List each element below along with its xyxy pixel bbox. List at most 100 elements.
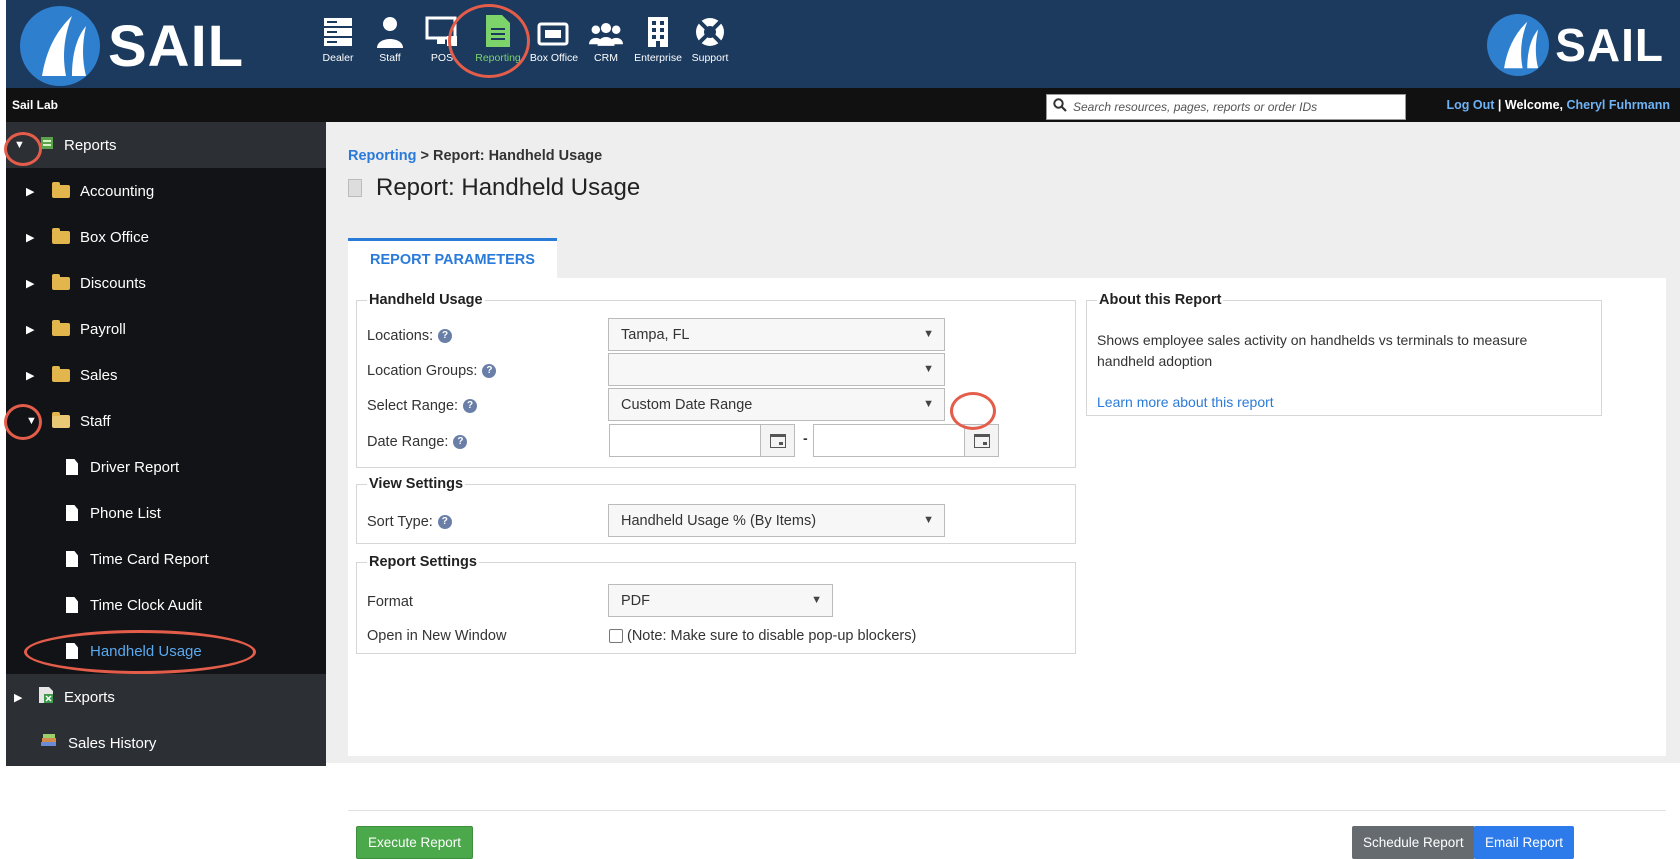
brand-wordmark: SAIL xyxy=(1555,19,1664,71)
report-book-icon xyxy=(40,136,54,154)
global-search[interactable] xyxy=(1046,94,1406,120)
breadcrumb-current: > Report: Handheld Usage xyxy=(416,148,603,164)
caret-right-icon[interactable]: ▶ xyxy=(26,369,40,382)
sort-type-select[interactable]: Handheld Usage % (By Items) ▼ xyxy=(608,504,945,537)
calendar-icon xyxy=(769,433,786,448)
module-dealer[interactable]: Dealer xyxy=(312,12,364,64)
breadcrumb-reporting-link[interactable]: Reporting xyxy=(348,148,416,164)
sidebar-item-driver-report[interactable]: Driver Report xyxy=(6,444,326,490)
sidebar-item-phone-list[interactable]: Phone List xyxy=(6,490,326,536)
logout-link[interactable]: Log Out xyxy=(1447,98,1495,112)
section-legend: About this Report xyxy=(1099,292,1222,308)
divider xyxy=(348,810,1666,811)
chevron-down-icon: ▼ xyxy=(923,398,934,410)
sidebar-item-sales[interactable]: ▶ Sales xyxy=(6,352,326,398)
open-folder-icon xyxy=(52,411,70,428)
search-input[interactable] xyxy=(1073,100,1393,114)
export-sheet-icon xyxy=(38,686,54,708)
tab-strip: REPORT PARAMETERS xyxy=(348,238,557,278)
sidebar-item-handheld-usage[interactable]: Handheld Usage xyxy=(6,628,326,674)
welcome-text: Welcome, xyxy=(1504,98,1567,112)
caret-right-icon[interactable]: ▶ xyxy=(26,231,40,244)
document-icon xyxy=(66,551,78,567)
folder-icon xyxy=(52,365,70,382)
sidebar-item-staff[interactable]: ▼ Staff xyxy=(6,398,326,444)
user-name-link[interactable]: Cheryl Fuhrmann xyxy=(1567,98,1671,112)
location-groups-label: Location Groups: ? xyxy=(367,363,497,379)
user-area: Log Out | Welcome, Cheryl Fuhrmann xyxy=(1446,98,1671,112)
chevron-down-icon: ▼ xyxy=(923,514,934,526)
caret-down-icon[interactable]: ▼ xyxy=(26,415,40,427)
new-window-checkbox[interactable] xyxy=(609,629,623,643)
module-crm[interactable]: CRM xyxy=(580,12,632,64)
caret-down-icon[interactable]: ▼ xyxy=(14,139,28,151)
help-icon[interactable]: ? xyxy=(453,435,468,449)
learn-more-link[interactable]: Learn more about this report xyxy=(1097,394,1274,410)
section-legend: Handheld Usage xyxy=(369,292,483,308)
stacked-books-icon xyxy=(40,734,58,752)
module-enterprise[interactable]: Enterprise xyxy=(632,12,684,64)
folder-icon xyxy=(52,319,70,336)
date-start-calendar-button[interactable] xyxy=(760,425,794,456)
calendar-icon xyxy=(973,433,990,448)
sort-type-label: Sort Type: ? xyxy=(367,514,452,530)
report-parameters-panel: Handheld Usage Locations: ? Tampa, FL ▼ … xyxy=(348,278,1666,859)
sail-logo-icon xyxy=(20,6,100,86)
module-nav: Dealer Staff POS Reporting Box Office CR… xyxy=(312,12,736,64)
module-box-office[interactable]: Box Office xyxy=(528,12,580,64)
monitor-icon xyxy=(425,12,459,48)
caret-right-icon[interactable]: ▶ xyxy=(14,691,28,704)
date-end-calendar-button[interactable] xyxy=(964,425,998,456)
sidebar-item-sales-history[interactable]: Sales History xyxy=(6,720,326,766)
folder-icon xyxy=(52,227,70,244)
document-icon xyxy=(66,459,78,475)
sidebar-item-accounting[interactable]: ▶ Accounting xyxy=(6,168,326,214)
environment-name: Sail Lab xyxy=(12,98,59,112)
format-select[interactable]: PDF ▼ xyxy=(608,584,833,617)
view-settings-section: View Settings Sort Type: ? Handheld Usag… xyxy=(356,476,1076,544)
execute-report-button[interactable]: Execute Report xyxy=(356,826,474,859)
help-icon[interactable]: ? xyxy=(438,329,453,343)
date-end-input[interactable] xyxy=(813,424,999,457)
help-icon[interactable]: ? xyxy=(482,364,497,378)
help-icon[interactable]: ? xyxy=(463,399,478,413)
caret-right-icon[interactable]: ▶ xyxy=(26,323,40,336)
select-range-select[interactable]: Custom Date Range ▼ xyxy=(608,388,945,421)
report-doc-icon xyxy=(481,12,515,48)
module-pos[interactable]: POS xyxy=(416,12,468,64)
sidebar-item-exports[interactable]: ▶ Exports xyxy=(6,674,326,720)
sidebar-item-time-card-report[interactable]: Time Card Report xyxy=(6,536,326,582)
sidebar-item-box-office[interactable]: ▶ Box Office xyxy=(6,214,326,260)
about-description: Shows employee sales activity on handhel… xyxy=(1097,332,1528,369)
location-groups-select[interactable]: ▼ xyxy=(608,353,945,386)
help-icon[interactable]: ? xyxy=(437,515,452,529)
sidebar-item-discounts[interactable]: ▶ Discounts xyxy=(6,260,326,306)
brand-wordmark: SAIL xyxy=(108,13,245,79)
module-support[interactable]: Support xyxy=(684,12,736,64)
document-icon xyxy=(66,643,78,659)
caret-right-icon[interactable]: ▶ xyxy=(26,185,40,198)
date-start-input[interactable] xyxy=(609,424,795,457)
sidebar-item-time-clock-audit[interactable]: Time Clock Audit xyxy=(6,582,326,628)
new-window-option: (Note: Make sure to disable pop-up block… xyxy=(609,628,916,644)
tab-report-parameters[interactable]: REPORT PARAMETERS xyxy=(348,238,557,278)
app-frame: SAIL Dealer Staff POS Reporting Box Offi… xyxy=(4,0,1680,859)
module-reporting[interactable]: Reporting xyxy=(468,12,528,64)
locations-select[interactable]: Tampa, FL ▼ xyxy=(608,318,945,351)
building-icon xyxy=(641,12,675,48)
page-title: Report: Handheld Usage xyxy=(348,174,640,202)
sidebar-item-reports[interactable]: ▼ Reports xyxy=(6,122,326,168)
caret-right-icon[interactable]: ▶ xyxy=(26,277,40,290)
module-staff[interactable]: Staff xyxy=(364,12,416,64)
document-icon xyxy=(66,505,78,521)
sidebar: ▼ Reports ▶ Accounting ▶ Box Office ▶ Di… xyxy=(6,122,326,766)
document-icon xyxy=(66,597,78,613)
date-range-label: Date Range: ? xyxy=(367,434,468,450)
sidebar-item-payroll[interactable]: ▶ Payroll xyxy=(6,306,326,352)
email-report-button[interactable]: Email Report xyxy=(1474,826,1575,859)
server-icon xyxy=(321,12,355,48)
handheld-usage-section: Handheld Usage Locations: ? Tampa, FL ▼ … xyxy=(356,292,1076,468)
schedule-report-button[interactable]: Schedule Report xyxy=(1352,826,1475,859)
breadcrumb: Reporting > Report: Handheld Usage xyxy=(348,148,602,164)
brand-logo[interactable]: SAIL xyxy=(20,6,244,86)
